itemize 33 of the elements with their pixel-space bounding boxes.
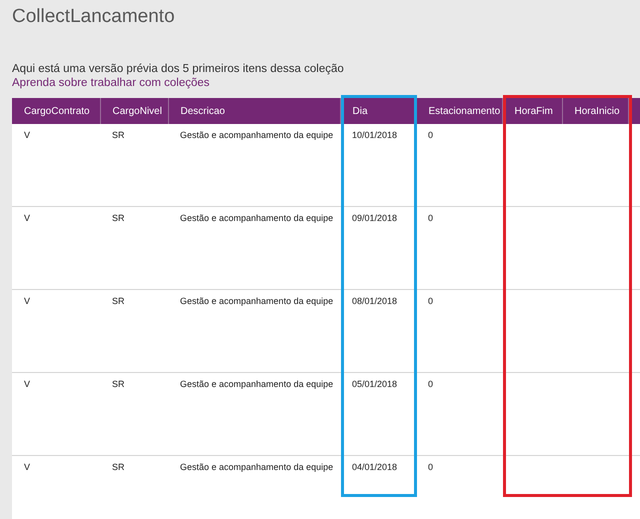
table-cell: V xyxy=(12,206,100,290)
help-link[interactable]: Aprenda sobre trabalhar com coleções xyxy=(12,76,210,90)
table-cell: 09/01/2018 xyxy=(340,206,416,290)
column-header: HoraInicio xyxy=(562,98,628,124)
table-cell: V xyxy=(12,290,100,372)
intro-text: Aqui está uma versão prévia dos 5 primeiros itens dessa coleção xyxy=(12,62,345,76)
table-cell: 0 xyxy=(416,290,502,372)
table-cell: Gestão e acompanhamento da equipe xyxy=(168,290,340,372)
table-cell: Gestão e acompanhamento da equipe xyxy=(168,456,340,519)
table-cell: 08/01/2018 xyxy=(340,290,416,372)
table-cell: 0 xyxy=(416,206,502,290)
table-cell: 0 xyxy=(416,456,502,519)
table-cell: SR xyxy=(100,372,168,456)
column-header: Estacionamento xyxy=(416,98,502,124)
table-cell: 05/01/2018 xyxy=(340,372,416,456)
table-cell: 0 xyxy=(416,124,502,206)
table-cell: 10/01/2018 xyxy=(340,124,416,206)
table-cell: 0 xyxy=(416,372,502,456)
table-cell: SR xyxy=(100,206,168,290)
table-cell: SR xyxy=(100,456,168,519)
table-cell: V xyxy=(12,456,100,519)
table-cell: SR xyxy=(100,124,168,206)
page-title: CollectLancamento xyxy=(12,6,176,28)
table-cell: SR xyxy=(100,290,168,372)
column-header: Descricao xyxy=(168,98,340,124)
table-cell: V xyxy=(12,124,100,206)
table-cell: V xyxy=(12,372,100,456)
column-header: CargoNivel xyxy=(100,98,168,124)
column-header: CargoContrato xyxy=(12,98,100,124)
table-cell: 04/01/2018 xyxy=(340,456,416,519)
table-cell: Gestão e acompanhamento da equipe xyxy=(168,124,340,206)
table-cell: Gestão e acompanhamento da equipe xyxy=(168,372,340,456)
table-cell: Gestão e acompanhamento da equipe xyxy=(168,206,340,290)
